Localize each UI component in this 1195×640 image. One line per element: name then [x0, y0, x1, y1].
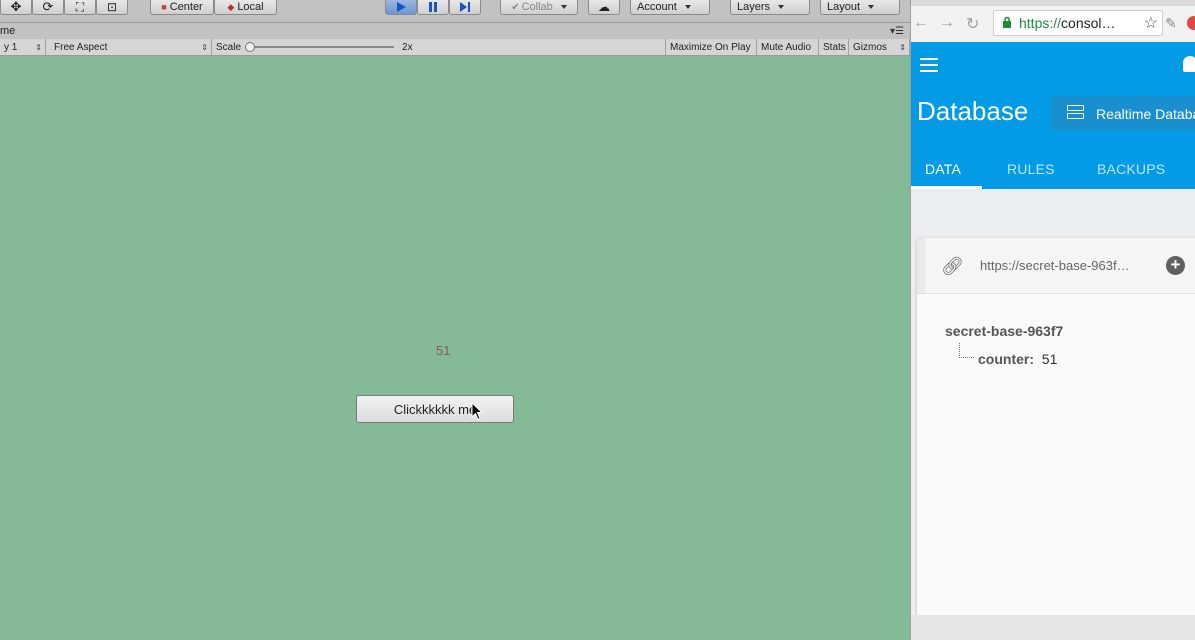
stats-label: Stats — [823, 41, 846, 53]
url-bar-strip — [917, 238, 925, 293]
pause-button[interactable] — [417, 0, 449, 15]
account-label: Account — [637, 1, 677, 13]
notifications-bell-icon[interactable] — [1183, 56, 1195, 72]
pivot-center-button[interactable]: ■ Center — [150, 0, 214, 15]
move-icon: ✥ — [10, 0, 22, 14]
layout-dropdown[interactable]: Layout — [820, 0, 900, 15]
rect-tool-button[interactable]: ⊡ — [96, 0, 128, 15]
database-selector-label: Realtime Databa — [1096, 106, 1195, 122]
add-circle-icon[interactable]: + — [1166, 256, 1185, 275]
bookmark-star-icon[interactable]: ☆ — [1144, 13, 1158, 33]
tree-child-key: counter: — [978, 351, 1034, 367]
pivot-icon: ■ — [161, 2, 167, 12]
counter-text: 51 — [436, 343, 451, 358]
rotate-tool-button[interactable]: ⟳ — [32, 0, 64, 15]
layers-label: Layers — [737, 1, 771, 13]
step-button[interactable] — [449, 0, 481, 15]
scale-icon: ⛶ — [75, 0, 85, 14]
game-view: 51 Clickkkkkk me — [0, 56, 910, 640]
play-icon — [397, 2, 406, 12]
firebase-content: 🔗︎ https://secret-base-963f… + secret-ba… — [911, 189, 1195, 640]
unity-editor: ✥ ⟳ ⛶ ⊡ ■ Center ◆ Local ✔ Collab ☁ Acco… — [0, 0, 910, 640]
data-card: 🔗︎ https://secret-base-963f… + secret-ba… — [917, 238, 1195, 615]
address-bar[interactable]: https://consol… ☆ — [993, 10, 1163, 36]
gizmos-dropdown[interactable]: Gizmos — [849, 39, 910, 55]
forward-icon[interactable]: → — [939, 14, 955, 32]
link-icon[interactable]: 🔗︎ — [941, 256, 964, 277]
stats-toggle[interactable]: Stats — [819, 39, 849, 55]
cube-icon: ◆ — [227, 1, 235, 12]
tree-root-node[interactable]: secret-base-963f7 — [945, 323, 1063, 339]
tree-child-node[interactable]: counter: 51 — [978, 351, 1057, 367]
space-local-button[interactable]: ◆ Local — [214, 0, 277, 15]
collab-label: Collab — [521, 1, 553, 13]
game-tab-title[interactable]: me — [0, 25, 15, 37]
url-scheme: https:// — [1019, 15, 1062, 31]
scale-slider[interactable] — [241, 42, 402, 52]
play-button[interactable] — [385, 0, 417, 15]
hamburger-menu-icon[interactable] — [920, 58, 938, 72]
reload-icon[interactable]: ↻ — [966, 14, 979, 34]
bottom-strip — [911, 615, 1195, 640]
layers-dropdown[interactable]: Layers — [730, 0, 810, 15]
url-host: consol… — [1061, 15, 1116, 31]
display-label: y 1 — [4, 41, 18, 53]
aspect-label: Free Aspect — [54, 41, 108, 53]
unity-toolbar: ✥ ⟳ ⛶ ⊡ ■ Center ◆ Local ✔ Collab ☁ Acco… — [0, 0, 910, 23]
click-me-button[interactable]: Clickkkkkk me — [356, 395, 514, 423]
tab-rules[interactable]: RULES — [1007, 161, 1055, 177]
layout-label: Layout — [827, 1, 861, 13]
scale-slider-thumb[interactable] — [245, 42, 256, 52]
collab-dropdown[interactable]: ✔ Collab — [500, 0, 578, 15]
scale-label: Scale — [216, 41, 242, 53]
database-selector[interactable]: Realtime Databa — [1052, 96, 1195, 130]
scale-value: 2x — [402, 41, 413, 53]
extension-red-icon[interactable] — [1187, 16, 1195, 30]
page-title: Database — [917, 96, 1029, 126]
pause-icon — [429, 2, 437, 12]
address-url: https://consol… — [1019, 15, 1116, 31]
check-circle-icon: ✔ — [511, 1, 520, 13]
maximize-label: Maximize On Play — [670, 41, 751, 53]
extension-icon[interactable]: ✎ — [1165, 15, 1177, 32]
move-tool-button[interactable]: ✥ — [0, 0, 32, 15]
display-select[interactable]: y 1 — [0, 39, 46, 55]
aspect-select[interactable]: Free Aspect — [46, 39, 212, 55]
tab-menu-icon[interactable]: ▾☰ — [890, 26, 904, 37]
tab-backups[interactable]: BACKUPS — [1097, 161, 1165, 177]
space-label: Local — [237, 1, 264, 13]
game-tab-bar: me ▾☰ — [0, 23, 910, 39]
browser-nav-bar: ← → ↻ https://consol… ☆ ✎ — [911, 6, 1195, 43]
step-icon — [460, 2, 470, 12]
database-url[interactable]: https://secret-base-963f… — [980, 258, 1130, 273]
cloud-icon: ☁ — [598, 0, 610, 14]
click-me-button-label: Clickkkkkk me — [393, 401, 477, 417]
cloud-button[interactable]: ☁ — [588, 0, 620, 15]
tree-child-value[interactable]: 51 — [1042, 351, 1058, 367]
rect-icon: ⊡ — [106, 0, 118, 14]
database-icon — [1067, 105, 1084, 121]
firebase-header: Database Realtime Databa DATA RULES BACK… — [911, 42, 1195, 189]
mute-label: Mute Audio — [761, 41, 812, 53]
account-dropdown[interactable]: Account — [630, 0, 710, 15]
tab-data[interactable]: DATA — [925, 161, 961, 177]
mute-audio-toggle[interactable]: Mute Audio — [757, 39, 819, 55]
rotate-icon: ⟳ — [42, 0, 54, 14]
scale-control: Scale 2x — [212, 39, 666, 55]
lock-icon — [1003, 16, 1011, 28]
maximize-on-play-toggle[interactable]: Maximize On Play — [666, 39, 757, 55]
game-view-controls: y 1 Free Aspect Scale 2x Maximize On Pla… — [0, 39, 910, 56]
scale-slider-track[interactable] — [245, 42, 395, 52]
scale-tool-button[interactable]: ⛶ — [64, 0, 96, 15]
pivot-label: Center — [169, 1, 203, 13]
back-icon[interactable]: ← — [913, 14, 929, 32]
browser-window: ← → ↻ https://consol… ☆ ✎ Database Realt… — [910, 0, 1195, 640]
database-url-bar: 🔗︎ https://secret-base-963f… + — [917, 238, 1195, 294]
mouse-cursor-icon — [471, 402, 483, 421]
gizmos-label: Gizmos — [853, 41, 887, 53]
tree-connector — [959, 343, 974, 358]
